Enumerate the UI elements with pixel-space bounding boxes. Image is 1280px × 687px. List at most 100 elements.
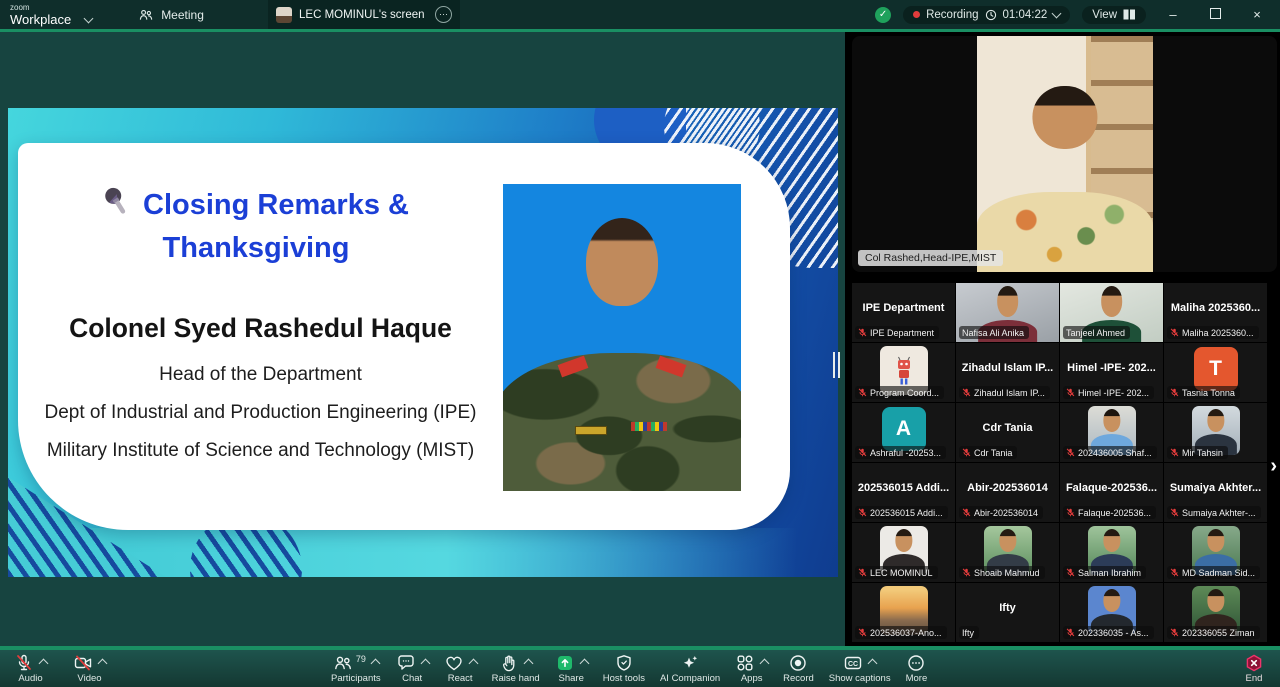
speaker-video (977, 36, 1153, 272)
gallery-tile[interactable]: AAshraful -20253... (852, 403, 955, 462)
speaker-name-tag: Col Rashed,Head-IPE,MIST (858, 250, 1003, 266)
tab-shared-screen[interactable]: LEC MOMINUL's screen ⋯ (268, 0, 460, 29)
gallery-tile[interactable]: MD Sadman Sid... (1164, 523, 1267, 582)
end-button[interactable]: End (1244, 653, 1264, 684)
share-button[interactable]: Share (555, 653, 588, 684)
raise-hand-button[interactable]: Raise hand (492, 653, 540, 684)
meeting-timer: 01:04:22 (1003, 9, 1048, 21)
participant-name: 202536015 Addi... (857, 463, 950, 512)
muted-mic-icon (1170, 448, 1179, 457)
gallery-tile[interactable]: TTasnia Tonna (1164, 343, 1267, 402)
gallery-tile[interactable]: Mir Tahsin (1164, 403, 1267, 462)
gallery-tile[interactable]: 202336055 Ziman (1164, 583, 1267, 642)
more-icon (906, 653, 926, 673)
participant-name: Sumaiya Akhter... (1169, 463, 1262, 512)
tab-meeting[interactable]: Meeting (138, 7, 204, 23)
gallery-tile[interactable]: Zihadul Islam IP...Zihadul Islam IP... (956, 343, 1059, 402)
more-button[interactable]: More (906, 653, 928, 684)
security-shield-icon[interactable]: ✓ (875, 7, 891, 23)
participant-name: IPE Department (857, 283, 950, 332)
view-label: View (1092, 9, 1117, 21)
video-button[interactable]: Video (73, 653, 106, 684)
chat-caret[interactable] (420, 659, 430, 669)
next-page-chevron[interactable]: › (1270, 456, 1277, 476)
apps-caret[interactable] (760, 659, 770, 669)
gallery-tile[interactable]: IftyIfty (956, 583, 1059, 642)
participant-label: Ifty (959, 626, 979, 639)
gallery-tile[interactable]: 202536037-Ano... (852, 583, 955, 642)
microphone-icon (96, 181, 146, 237)
captions-icon: CC (843, 653, 863, 673)
gallery-tile[interactable]: Falaque-202536...Falaque-202536... (1060, 463, 1163, 522)
active-speaker-tile[interactable]: Col Rashed,Head-IPE,MIST (852, 36, 1277, 272)
medal-ribbons (631, 422, 667, 431)
view-button[interactable]: View (1082, 6, 1146, 24)
muted-mic-icon (858, 628, 867, 637)
gallery-tile[interactable]: Salman Ibrahim (1060, 523, 1163, 582)
chat-button[interactable]: Chat (396, 653, 429, 684)
ai-companion-button[interactable]: AI Companion (660, 653, 720, 684)
gallery-tile[interactable]: IPE DepartmentIPE Department (852, 283, 955, 342)
close-button[interactable]: × (1242, 7, 1272, 22)
participant-label: LEC MOMINUL (855, 566, 938, 579)
gallery-tile[interactable]: 202436005 Shaf... (1060, 403, 1163, 462)
participant-label: Program Coord... (855, 386, 944, 399)
participant-label: 202336055 Ziman (1167, 626, 1260, 639)
gallery-tile[interactable]: LEC MOMINUL (852, 523, 955, 582)
audio-options-caret[interactable] (39, 659, 49, 669)
gallery-tile[interactable]: Program Coord... (852, 343, 955, 402)
gallery-tile[interactable]: Cdr TaniaCdr Tania (956, 403, 1059, 462)
presenter-photo (503, 184, 741, 491)
recording-status[interactable]: Recording 01:04:22 (903, 6, 1070, 24)
participant-label: 202536037-Ano... (855, 626, 947, 639)
gallery-tile[interactable]: Shoaib Mahmud (956, 523, 1059, 582)
video-options-caret[interactable] (98, 659, 108, 669)
muted-mic-icon (962, 508, 971, 517)
react-caret[interactable] (468, 659, 478, 669)
tab-options-icon[interactable]: ⋯ (435, 6, 452, 23)
apps-button[interactable]: Apps (735, 653, 768, 684)
share-caret[interactable] (579, 659, 589, 669)
participants-caret[interactable] (370, 659, 380, 669)
presenter-role: Head of the Department (8, 364, 513, 386)
muted-mic-icon (858, 388, 867, 397)
presentation-slide: Closing Remarks & Thanksgiving Colonel S… (8, 108, 838, 577)
slide-title-line2: Thanksgiving (163, 232, 350, 264)
gallery-tile[interactable]: Maliha 2025360...Maliha 2025360... (1164, 283, 1267, 342)
maximize-button[interactable] (1200, 7, 1230, 22)
raised-hand-icon (499, 653, 519, 673)
gallery-tile[interactable]: Nafisa Ali Anika (956, 283, 1059, 342)
participant-name: Maliha 2025360... (1169, 283, 1262, 332)
participant-label: Zihadul Islam IP... (959, 386, 1050, 399)
raise-hand-caret[interactable] (524, 659, 534, 669)
muted-mic-icon (14, 653, 34, 673)
react-button[interactable]: React (444, 653, 477, 684)
gallery-tile[interactable]: Tanjeel Ahmed (1060, 283, 1163, 342)
meeting-tab-label: Meeting (161, 8, 204, 22)
gallery-tile[interactable]: Abir-202536014Abir-202536014 (956, 463, 1059, 522)
participant-name: Cdr Tania (961, 403, 1054, 452)
presenter-department: Dept of Industrial and Production Engine… (8, 402, 513, 424)
gallery-tile[interactable]: Sumaiya Akhter...Sumaiya Akhter-... (1164, 463, 1267, 522)
screen-share-thumbnail (276, 7, 292, 23)
gallery-tile[interactable]: Himel -IPE- 202...Himel -IPE- 202... (1060, 343, 1163, 402)
gallery-tile[interactable]: 202336035 - As... (1060, 583, 1163, 642)
gallery-tile[interactable]: 202536015 Addi...202536015 Addi... (852, 463, 955, 522)
muted-mic-icon (1066, 568, 1075, 577)
show-captions-button[interactable]: CC Show captions (829, 653, 891, 684)
participant-label: Falaque-202536... (1063, 506, 1156, 519)
panel-drag-handle[interactable] (833, 352, 841, 378)
participants-button[interactable]: 79 Participants (331, 653, 381, 684)
record-button[interactable]: Record (783, 653, 814, 684)
participant-label: 202436005 Shaf... (1063, 446, 1157, 459)
timer-chevron-icon[interactable] (1052, 9, 1062, 19)
chevron-down-icon[interactable] (84, 13, 94, 23)
captions-caret[interactable] (868, 659, 878, 669)
muted-mic-icon (1170, 508, 1179, 517)
audio-button[interactable]: Audio (14, 653, 47, 684)
participant-label: IPE Department (855, 326, 939, 339)
muted-mic-icon (1066, 628, 1075, 637)
participant-label: Tasnia Tonna (1167, 386, 1240, 399)
host-tools-button[interactable]: Host tools (603, 653, 645, 684)
minimize-button[interactable]: – (1158, 7, 1188, 22)
